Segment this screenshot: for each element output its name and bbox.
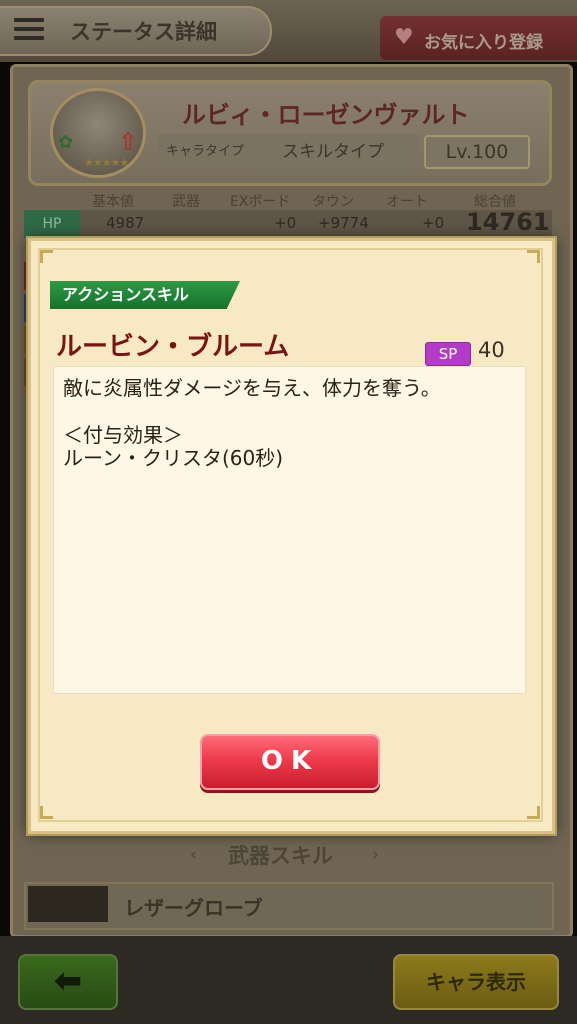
status-detail-screen: ステータス詳細 ♥ お気に入り登録 ✿ ⇧ ★★★★★ ルビィ・ローゼンヴァルト… [0, 0, 577, 1024]
corner-ornament [527, 806, 540, 819]
stat-header: EXボード [230, 194, 291, 210]
character-name: ルビィ・ローゼンヴァルト [182, 101, 470, 129]
weapon-skill-title: 武器スキル [228, 844, 333, 868]
sp-badge: SP [425, 342, 471, 366]
sp-value: 40 [478, 338, 505, 362]
element-icon: ✿ [58, 132, 74, 153]
corner-ornament [527, 250, 540, 263]
next-arrow-icon[interactable]: › [372, 845, 379, 865]
level-badge: Lv.100 [424, 135, 530, 169]
hp-auto: +0 [422, 214, 445, 232]
skill-description-box [53, 366, 526, 694]
stat-header: タウン [312, 194, 354, 210]
hp-total: 14761 [466, 208, 550, 236]
effect-text: ルーン・クリスタ(60秒) [63, 446, 284, 470]
skill-category-tag: アクションスキル [50, 281, 240, 309]
hp-label: HP [24, 210, 80, 238]
menu-icon[interactable] [14, 18, 44, 40]
rarity-stars: ★★★★★ [84, 156, 129, 169]
back-button[interactable]: ⬅ [18, 954, 118, 1010]
skill-type-label: スキルタイプ [282, 142, 384, 162]
hp-base: 4987 [106, 214, 145, 232]
skill-name: ルービン・ブルーム [56, 332, 290, 362]
weapon-name: レザーグローブ [124, 896, 263, 920]
ok-button[interactable]: OK [200, 734, 380, 790]
stat-header: 基本値 [92, 194, 134, 210]
prev-arrow-icon[interactable]: ‹ [190, 845, 197, 865]
corner-ornament [40, 806, 53, 819]
weapon-thumbnail [28, 886, 108, 922]
favorite-label: お気に入り登録 [424, 33, 543, 53]
stat-header: オート [386, 194, 428, 210]
hp-town: +9774 [318, 214, 369, 232]
left-arrow-icon: ⬅ [53, 961, 83, 1001]
favorite-button[interactable]: ♥ お気に入り登録 [380, 16, 577, 60]
corner-ornament [40, 250, 53, 263]
chara-type-label: キャラタイプ [166, 144, 245, 159]
stat-header: 武器 [172, 194, 200, 210]
heart-icon: ♥ [394, 25, 414, 50]
hp-ex-board: +0 [274, 214, 297, 232]
skill-description: 敵に炎属性ダメージを与え、体力を奪う。 [63, 376, 441, 400]
level-up-icon: ⇧ [118, 128, 139, 156]
chara-display-button[interactable]: キャラ表示 [393, 954, 559, 1010]
page-title: ステータス詳細 [70, 20, 217, 44]
